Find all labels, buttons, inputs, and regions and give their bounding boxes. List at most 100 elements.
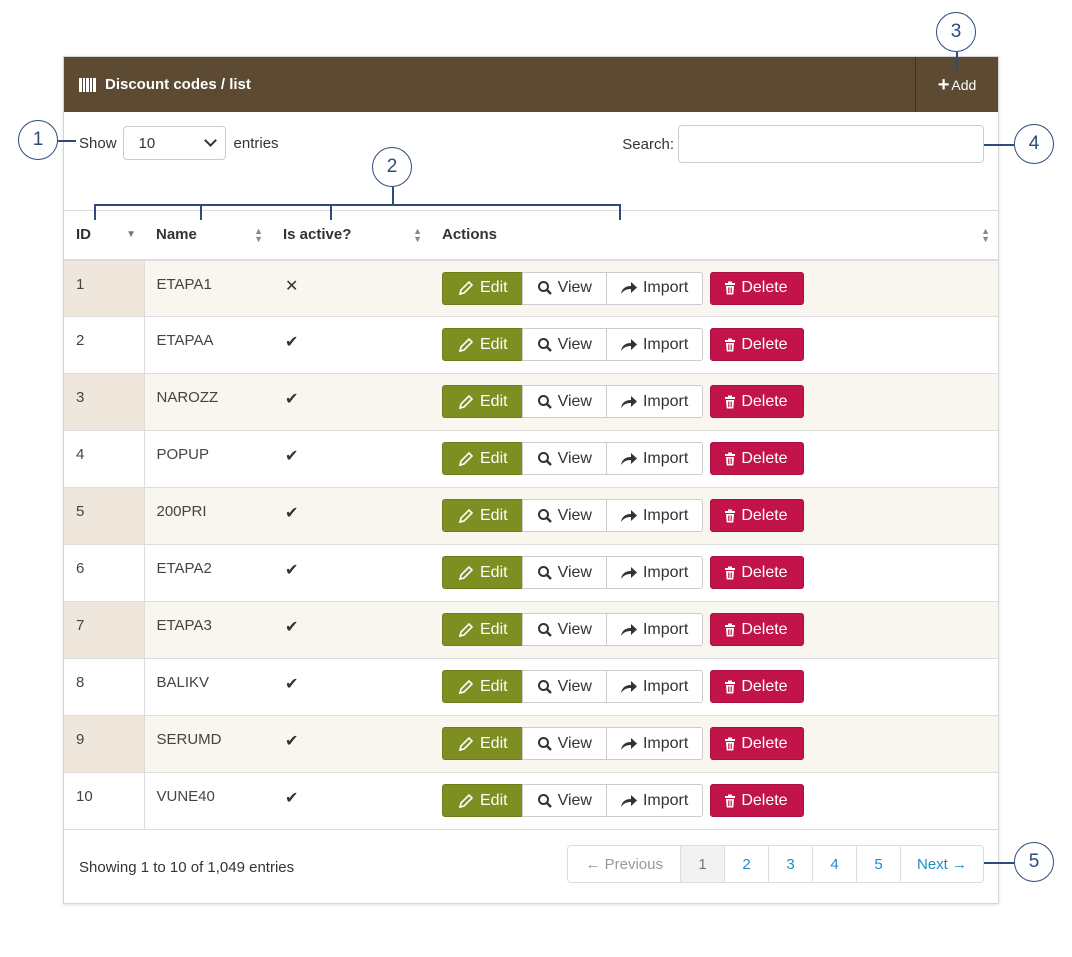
name-cell: POPUP (144, 430, 271, 488)
page-button-2[interactable]: 2 (723, 845, 769, 883)
view-button[interactable]: View (521, 328, 607, 361)
view-button[interactable]: View (521, 556, 607, 589)
import-button[interactable]: Import (605, 442, 704, 475)
callout-3: 3 (936, 12, 976, 52)
view-button[interactable]: View (521, 670, 607, 703)
edit-button[interactable]: Edit (442, 613, 523, 646)
delete-button[interactable]: Delete (710, 442, 804, 475)
pencil-icon (458, 394, 474, 409)
table-row: 8 BALIKV ✔ Edit View Import Delete (64, 658, 998, 716)
table-row: 3 NAROZZ ✔ Edit View Import Delete (64, 373, 998, 431)
view-label: View (557, 563, 592, 581)
edit-label: Edit (480, 677, 508, 695)
action-button-group: Edit View Import (442, 385, 704, 418)
delete-button[interactable]: Delete (710, 499, 804, 532)
check-icon: ✔ (285, 505, 299, 522)
view-button[interactable]: View (521, 442, 607, 475)
trash-icon (725, 281, 736, 295)
magnifier-icon (537, 337, 552, 352)
edit-button[interactable]: Edit (442, 784, 523, 817)
check-icon: ✔ (285, 448, 299, 465)
import-button[interactable]: Import (605, 613, 704, 646)
previous-page-button[interactable]: ← Previous (567, 845, 681, 883)
next-page-button[interactable]: Next → (899, 845, 984, 883)
is-active-cell: ✔ (271, 487, 430, 545)
edit-label: Edit (480, 392, 508, 410)
column-header-id[interactable]: ID ▼ (64, 210, 144, 261)
share-arrow-icon (620, 338, 637, 351)
view-button[interactable]: View (521, 727, 607, 760)
delete-button[interactable]: Delete (710, 271, 804, 305)
page-button-1[interactable]: 1 (679, 845, 725, 883)
pencil-icon (458, 679, 474, 694)
import-button[interactable]: Import (605, 499, 704, 532)
table-row: 9 SERUMD ✔ Edit View Import Delete (64, 715, 998, 773)
delete-button[interactable]: Delete (710, 670, 804, 703)
view-button[interactable]: View (521, 385, 607, 418)
plus-icon: + (937, 73, 950, 96)
delete-button[interactable]: Delete (710, 556, 804, 589)
page-button-4[interactable]: 4 (811, 845, 857, 883)
edit-button[interactable]: Edit (442, 328, 523, 361)
callout-5-line (984, 862, 1014, 864)
import-button[interactable]: Import (605, 670, 704, 703)
callout-5: 5 (1014, 842, 1054, 882)
actions-cell: Edit View Import Delete (430, 601, 998, 659)
delete-button[interactable]: Delete (710, 613, 804, 646)
edit-label: Edit (480, 279, 508, 296)
is-active-cell: ✕ (271, 259, 430, 317)
import-label: Import (642, 620, 689, 638)
delete-button[interactable]: Delete (710, 385, 804, 418)
view-button[interactable]: View (521, 784, 607, 817)
id-cell: 3 (64, 373, 145, 431)
edit-button[interactable]: Edit (442, 727, 523, 760)
magnifier-icon (537, 508, 552, 523)
check-icon: ✔ (285, 619, 299, 636)
edit-button[interactable]: Edit (442, 670, 523, 703)
column-header-actions[interactable]: Actions ▲ ▼ (430, 210, 998, 261)
import-button[interactable]: Import (605, 727, 704, 760)
is-active-cell: ✔ (271, 373, 430, 431)
edit-button[interactable]: Edit (442, 499, 523, 532)
delete-button[interactable]: Delete (710, 784, 804, 817)
check-icon: ✔ (285, 676, 299, 693)
edit-button[interactable]: Edit (442, 385, 523, 418)
view-button[interactable]: View (521, 499, 607, 532)
share-arrow-icon (620, 566, 637, 579)
is-active-cell: ✔ (271, 601, 430, 659)
import-button[interactable]: Import (605, 385, 704, 418)
edit-button[interactable]: Edit (442, 442, 523, 475)
entries-select[interactable]: 10 (122, 126, 226, 160)
page-button-5[interactable]: 5 (855, 845, 901, 883)
actions-cell: Edit View Import Delete (430, 316, 998, 374)
sort-icon: ▲ ▼ (254, 225, 263, 244)
id-cell: 2 (64, 316, 145, 374)
delete-button[interactable]: Delete (710, 328, 804, 361)
view-label: View (557, 791, 592, 809)
delete-label: Delete (741, 677, 788, 695)
check-icon: ✔ (285, 391, 299, 408)
column-header-label: Is active? (283, 226, 352, 244)
edit-button[interactable]: Edit (442, 271, 523, 305)
panel-title: Discount codes / list (64, 76, 251, 93)
trash-icon (725, 452, 736, 465)
column-header-is-active[interactable]: Is active? ▲ ▼ (271, 210, 430, 261)
share-arrow-icon (620, 794, 637, 807)
import-button[interactable]: Import (605, 556, 704, 589)
edit-button[interactable]: Edit (442, 556, 523, 589)
view-button[interactable]: View (521, 271, 607, 305)
import-button[interactable]: Import (605, 328, 704, 361)
import-button[interactable]: Import (605, 784, 704, 817)
is-active-cell: ✔ (271, 430, 430, 488)
delete-button[interactable]: Delete (710, 727, 804, 760)
search-input[interactable] (678, 125, 984, 163)
trash-icon (725, 737, 736, 750)
search-label: Search: (622, 135, 674, 153)
table-row: 1 ETAPA1 ✕ Edit View Import Delete (64, 259, 998, 317)
view-button[interactable]: View (521, 613, 607, 646)
import-button[interactable]: Import (605, 271, 704, 305)
name-cell: BALIKV (144, 658, 271, 716)
column-header-label: ID (76, 226, 91, 244)
page-button-3[interactable]: 3 (767, 845, 813, 883)
column-header-name[interactable]: Name ▲ ▼ (144, 210, 271, 261)
